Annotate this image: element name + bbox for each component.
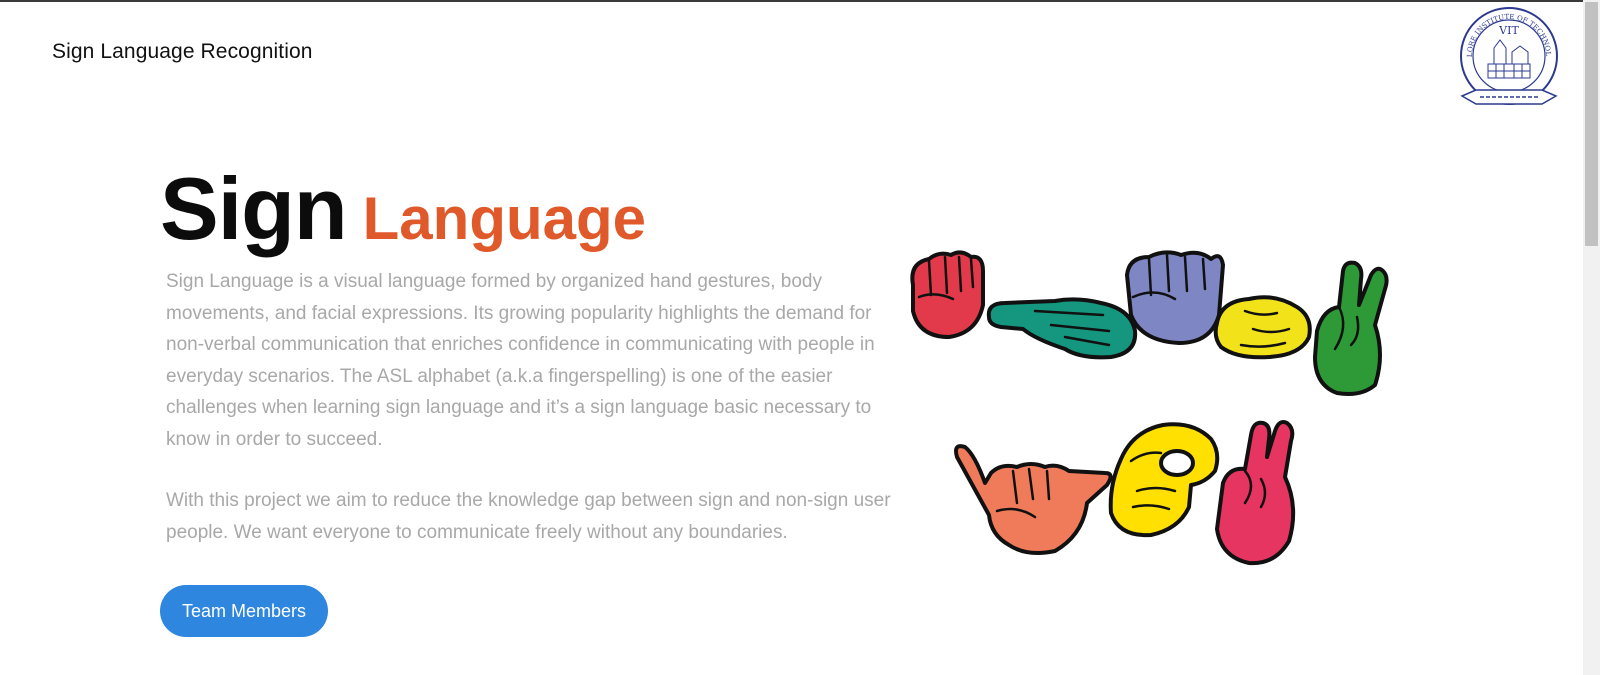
team-members-button[interactable]: Team Members [160, 585, 328, 637]
title-accent: Language [362, 185, 647, 252]
svg-text:VIT: VIT [1498, 24, 1519, 37]
description-paragraph-1: Sign Language is a visual language forme… [166, 271, 875, 450]
fist-hand-icon [910, 250, 985, 339]
vit-logo: VELLORE INSTITUTE OF TECHNOLOGY VIT [1450, 0, 1564, 112]
fist-hand-icon [1125, 250, 1225, 345]
two-finger-hand-icon [1215, 420, 1296, 566]
sign-language-illustration [905, 245, 1425, 585]
title-main: Sign [160, 159, 348, 258]
top-border [0, 0, 1600, 2]
hero-title: Sign Language [160, 158, 646, 260]
ok-hand-icon [1108, 422, 1220, 538]
hero-description: Sign Language is a visual language forme… [166, 266, 902, 548]
peace-hand-icon [1313, 260, 1389, 396]
description-paragraph-2: With this project we aim to reduce the k… [166, 490, 891, 543]
scrollbar-thumb[interactable] [1585, 2, 1598, 246]
shaka-hand-icon [954, 444, 1113, 555]
pointing-hand-icon [986, 297, 1138, 360]
curled-hand-icon [1213, 295, 1312, 360]
brand-title[interactable]: Sign Language Recognition [52, 40, 313, 64]
page-scrollbar[interactable] [1583, 0, 1600, 675]
